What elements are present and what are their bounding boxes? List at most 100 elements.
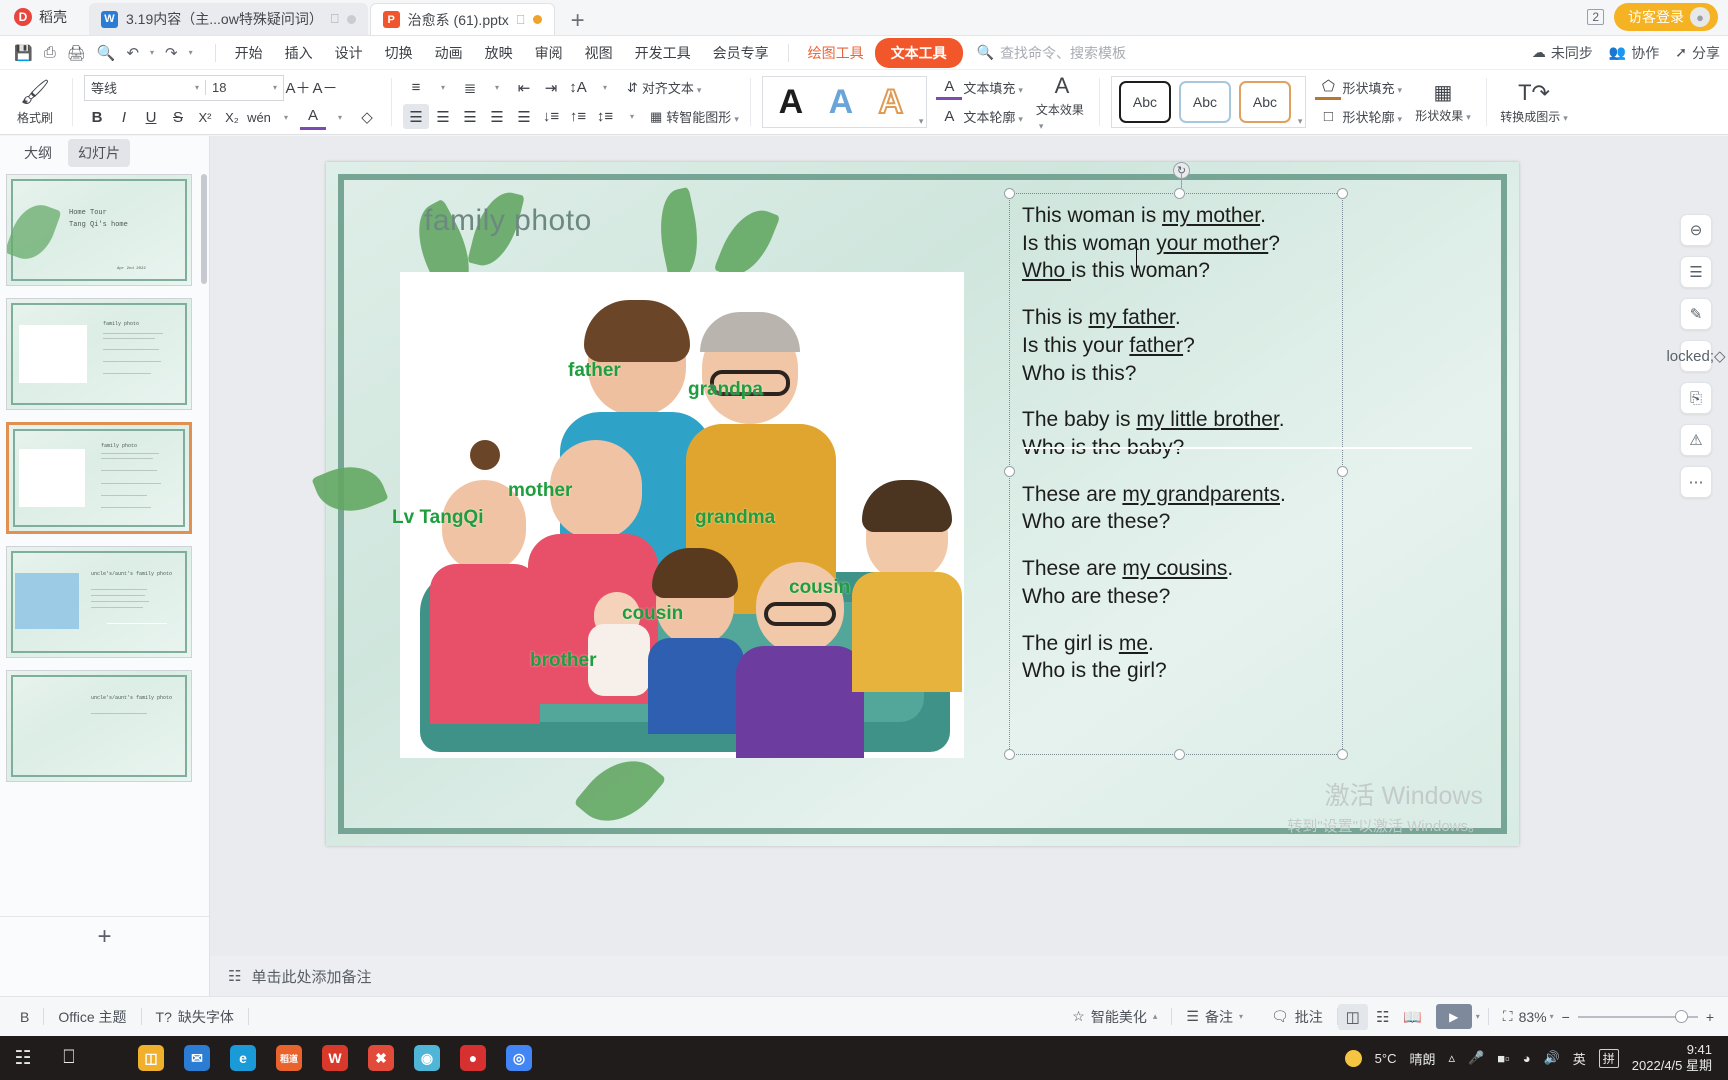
menu-item-design[interactable]: 设计 xyxy=(324,38,374,68)
zoom-options-icon[interactable]: ▾ xyxy=(1547,1012,1562,1021)
align-left-button[interactable]: ☰ xyxy=(403,104,429,129)
taskbar-app-xmind[interactable]: ✖ xyxy=(358,1036,404,1080)
theme-label[interactable]: Office 主题 xyxy=(44,1007,140,1027)
align-right-button[interactable]: ☰ xyxy=(457,104,483,129)
text-fill-button[interactable]: A 文本填充 xyxy=(936,75,1023,100)
print-preview-icon[interactable]: ⎙ xyxy=(40,41,60,64)
guest-login-button[interactable]: 访客登录 ● xyxy=(1614,3,1718,31)
more-icon[interactable]: ⋯ xyxy=(1680,466,1712,498)
add-slide-button[interactable]: + xyxy=(0,916,209,956)
eyedropper-icon[interactable]: locked;◇ xyxy=(1666,340,1726,372)
family-photo-image[interactable] xyxy=(400,272,964,758)
comments-button[interactable]: 🗨 批注 xyxy=(1257,1007,1337,1027)
chevron-down-icon[interactable]: ▾ xyxy=(592,75,618,100)
resize-handle-nw[interactable] xyxy=(1004,188,1015,199)
zoom-slider[interactable] xyxy=(1577,1009,1698,1023)
command-search[interactable]: 🔍 查找命令、搜索模板 xyxy=(977,43,1126,63)
thumbnail-slide-2[interactable]: family photo xyxy=(6,298,192,410)
pen-icon[interactable]: ✎ xyxy=(1680,298,1712,330)
redo-icon[interactable]: ↷ xyxy=(161,41,182,65)
resize-handle-e[interactable] xyxy=(1337,466,1348,477)
text-direction-button[interactable]: ↕A xyxy=(565,75,591,100)
missing-font-button[interactable]: T? 缺失字体 xyxy=(142,1007,248,1027)
menu-item-drawing-tools[interactable]: 绘图工具 xyxy=(797,38,875,68)
clock[interactable]: 9:41 2022/4/5 星期 xyxy=(1632,1042,1718,1075)
play-slideshow-button[interactable]: ▶ xyxy=(1435,1004,1472,1029)
taskbar-app-chrome[interactable]: ◎ xyxy=(496,1036,542,1080)
window-count-badge[interactable]: 2 xyxy=(1587,9,1604,25)
file-search-icon[interactable]: 🔍 xyxy=(93,41,120,65)
zoom-out-icon[interactable]: ⊖ xyxy=(1680,214,1712,246)
chevron-down-icon[interactable]: ▾ xyxy=(327,105,353,130)
shrink-font-button[interactable]: A－ xyxy=(312,75,338,100)
slide-title[interactable]: family photo xyxy=(424,204,592,238)
increase-indent-button[interactable]: ⇥ xyxy=(538,75,564,100)
shape-style-gallery[interactable]: Abc Abc Abc ▾ xyxy=(1110,76,1307,128)
menu-item-start[interactable]: 开始 xyxy=(224,38,274,68)
font-size-input[interactable]: 18 ▾ xyxy=(205,80,283,95)
increase-spacing-button[interactable]: ↑≡ xyxy=(565,104,591,129)
clear-format-button[interactable]: ◇ xyxy=(354,105,380,130)
battery-icon[interactable]: ■▫ xyxy=(1497,1051,1509,1066)
chevron-down-icon[interactable]: ▾ xyxy=(619,104,645,129)
menu-item-member[interactable]: 会员专享 xyxy=(702,38,780,68)
chevron-up-icon[interactable]: ▵ xyxy=(1449,1050,1456,1066)
align-distribute-button[interactable]: ☰ xyxy=(511,104,537,129)
tab-outline[interactable]: 大纲 xyxy=(14,139,62,167)
chevron-down-icon[interactable]: ▾ xyxy=(273,105,299,130)
brand-tab[interactable]: D 稻壳 xyxy=(0,0,89,35)
resize-handle-n[interactable] xyxy=(1174,188,1185,199)
reading-view-icon[interactable]: 📖 xyxy=(1398,1004,1428,1030)
thumbnail-scrollbar[interactable] xyxy=(201,174,207,284)
bold-button[interactable]: B xyxy=(84,105,110,130)
taskbar-app-meeting[interactable]: ◉ xyxy=(404,1036,450,1080)
taskbar-app-mail[interactable]: ✉ xyxy=(174,1036,220,1080)
numbering-button[interactable]: ≣ xyxy=(457,75,483,100)
text-content[interactable]: This woman is my mother. Is this woman yo… xyxy=(1022,202,1342,685)
play-options-icon[interactable]: ▾ xyxy=(1472,1012,1488,1021)
collaborate-button[interactable]: 👥 协作 xyxy=(1609,43,1659,63)
wifi-icon[interactable]: ◕ xyxy=(1523,1051,1531,1066)
slide-canvas[interactable]: family photo father grandpa mother Lv Ta… xyxy=(311,162,1519,846)
shape-effect-button[interactable]: ▦ 形状效果 xyxy=(1411,80,1475,124)
present-icon[interactable]: ⎕ xyxy=(331,11,339,27)
align-center-button[interactable]: ☰ xyxy=(430,104,456,129)
format-painter-button[interactable]: 🖌 格式刷 xyxy=(9,78,61,126)
chevron-down-icon[interactable]: ▾ xyxy=(484,75,510,100)
qat-customize-icon[interactable]: ▾ xyxy=(185,45,197,60)
strikethrough-button[interactable]: S xyxy=(165,105,191,130)
microphone-icon[interactable]: 🎤 xyxy=(1468,1050,1484,1066)
chevron-down-icon[interactable]: ▾ xyxy=(430,75,456,100)
wordart-style-3[interactable]: A xyxy=(866,77,916,127)
shape-fill-button[interactable]: ⬠ 形状填充 xyxy=(1315,75,1402,100)
document-tab-1[interactable]: W 3.19内容（主...ow特殊疑问词） ⎕ xyxy=(89,3,368,35)
menu-item-transition[interactable]: 切换 xyxy=(374,38,424,68)
text-placeholder[interactable]: This woman is my mother. Is this woman yo… xyxy=(1004,162,1472,760)
new-tab-button[interactable]: + xyxy=(557,9,599,35)
undo-icon[interactable]: ↶ xyxy=(122,41,143,65)
sync-status[interactable]: ☁ 未同步 xyxy=(1532,43,1593,63)
ime-language[interactable]: 英 xyxy=(1573,1049,1586,1068)
phonetic-guide-button[interactable]: wén xyxy=(246,105,272,130)
zoom-in-button[interactable]: + xyxy=(1706,1009,1714,1025)
shape-outline-button[interactable]: □ 形状轮廓 xyxy=(1315,104,1402,129)
copy-icon[interactable]: ⎘ xyxy=(1680,382,1712,414)
ime-mode[interactable]: 拼 xyxy=(1598,1048,1619,1068)
thumbnail-slide-1[interactable]: Home Tour Tang Qi's home Apr 2nd 2022 xyxy=(6,174,192,286)
shape-style-more-icon[interactable]: ▾ xyxy=(1295,77,1303,127)
weather-temp[interactable]: 5°C xyxy=(1375,1051,1397,1066)
convert-smartart-button[interactable]: ▦ 转智能图形 xyxy=(650,107,739,126)
taskbar-app-file-explorer[interactable]: ◫ xyxy=(128,1036,174,1080)
print-icon[interactable]: 🖨 xyxy=(63,41,90,65)
thumbnail-slide-4[interactable]: uncle's/aunt's family photo xyxy=(6,546,192,658)
document-tab-2[interactable]: P 治愈系 (61).pptx ⎕ xyxy=(369,3,555,35)
menu-item-view[interactable]: 视图 xyxy=(574,38,624,68)
align-justify-button[interactable]: ☰ xyxy=(484,104,510,129)
menu-item-developer[interactable]: 开发工具 xyxy=(624,38,702,68)
thumbnail-list[interactable]: Home Tour Tang Qi's home Apr 2nd 2022 fa… xyxy=(0,170,209,916)
decrease-spacing-button[interactable]: ↓≡ xyxy=(538,104,564,129)
notes-toggle-button[interactable]: ☰ 备注 ▾ xyxy=(1172,1007,1257,1027)
decrease-indent-button[interactable]: ⇤ xyxy=(511,75,537,100)
windows-start-icon[interactable]: ☷ xyxy=(0,1036,46,1080)
convert-to-graphic-button[interactable]: T↷ 转换成图示 xyxy=(1498,80,1570,125)
